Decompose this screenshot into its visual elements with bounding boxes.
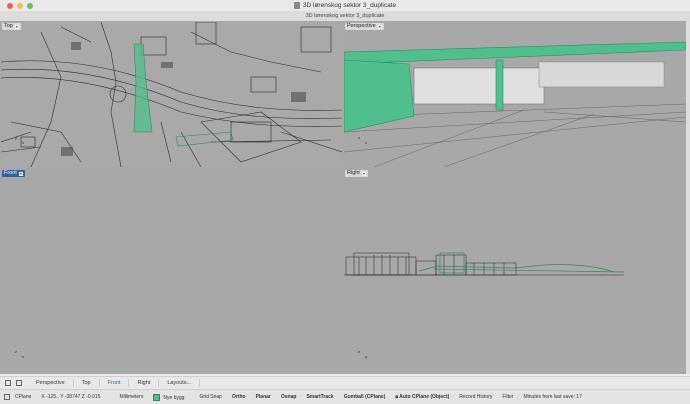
viewport-front[interactable]: Front ▾ z x [1,169,342,373]
status-units[interactable]: Millimeters [114,394,148,400]
axis-label-x: x [22,140,24,145]
window-title: 3D lørenskog sektor 3_duplicate [302,2,397,9]
viewport-menu-icon[interactable]: ▾ [361,171,366,176]
status-grid-snap[interactable]: Grid Snap [189,394,227,400]
axis-indicator-right: z y [358,349,367,359]
viewport-menu-icon[interactable]: ▾ [18,171,23,176]
status-layer[interactable]: Nye bygg [148,393,189,401]
tab-right[interactable]: Right [129,379,160,387]
tab-front[interactable]: Front [100,379,130,387]
axis-label-y: y [365,354,367,359]
window-titlebar: 3D lørenskog sektor 3_duplicate [0,0,690,11]
viewport-perspective[interactable]: Perspective ▾ z x [344,22,686,167]
status-minutes-since-save: Minutes from last save: 17 [523,394,582,400]
axis-label-z: z [358,349,360,354]
viewport-tabs-bar: Perspective Top Front Right Layouts... [0,376,690,389]
tab-perspective[interactable]: Perspective [28,379,74,387]
perspective-view-drawing [344,41,686,167]
top-view-drawing [1,22,342,167]
zoom-window-button[interactable] [27,2,33,9]
status-cplane[interactable]: CPlane [10,394,36,400]
status-planar[interactable]: Planar [251,394,276,400]
tab-top[interactable]: Top [74,379,100,387]
axis-indicator-top: y x [15,135,24,145]
status-smarttrack[interactable]: SmartTrack [301,394,338,400]
axis-label-x: x [22,354,24,359]
viewport-menu-icon[interactable]: ▾ [377,24,382,29]
tab-layouts[interactable]: Layouts... [159,379,201,387]
axis-label-z: z [358,135,360,140]
grid-layout-icon[interactable] [5,380,11,386]
status-osnap[interactable]: Osnap [276,394,302,400]
viewport-right[interactable]: Right ▾ z y [344,169,686,373]
axis-label-z: z [15,349,17,354]
status-auto-cplane[interactable]: 🔒︎ Auto CPlane (Object) [390,394,454,400]
status-auto-cplane-label: Auto CPlane (Object) [399,394,450,400]
window-controls [7,2,33,9]
axis-indicator-perspective: z x [358,135,367,145]
axis-label-y: y [15,135,17,140]
status-coordinates: X -125.. Y -38747 Z -0.015 [41,394,101,400]
document-tab-label: 3D lørenskog sektor 3_duplicate [305,13,385,19]
viewport-label-top[interactable]: Top ▾ [2,23,21,30]
layer-color-swatch [153,393,161,401]
viewport-label-front[interactable]: Front ▾ [2,170,25,177]
status-ortho[interactable]: Ortho [227,394,251,400]
status-filter[interactable]: Filter [497,394,518,400]
close-window-button[interactable] [7,2,13,9]
document-icon [293,1,300,9]
axis-label-x: x [365,140,367,145]
viewport-area: Top ▾ y x Perspective ▾ z x Front ▾ z x … [0,21,686,374]
viewport-title-top: Top [4,23,13,29]
viewport-title-right: Right [347,170,360,176]
lock-icon: 🔒︎ [395,394,399,400]
viewport-menu-icon[interactable]: ▾ [14,24,19,29]
status-gumball[interactable]: Gumball (CPlane) [339,394,391,400]
right-view-drawing [344,252,625,276]
viewport-top[interactable]: Top ▾ y x [1,22,342,167]
right-side-strip [686,21,690,374]
viewport-title-perspective: Perspective [347,23,376,29]
status-layer-name: Nye bygg [163,394,185,401]
single-view-icon[interactable] [16,380,22,386]
viewport-label-right[interactable]: Right ▾ [345,170,368,177]
viewport-title-front: Front [4,170,17,176]
viewport-label-perspective[interactable]: Perspective ▾ [345,23,384,30]
axis-indicator-front: z x [15,349,24,359]
status-bar: CPlane X -125.. Y -38747 Z -0.015 Millim… [0,389,690,404]
status-record-history[interactable]: Record History [454,394,497,400]
minimize-window-button[interactable] [17,2,23,9]
